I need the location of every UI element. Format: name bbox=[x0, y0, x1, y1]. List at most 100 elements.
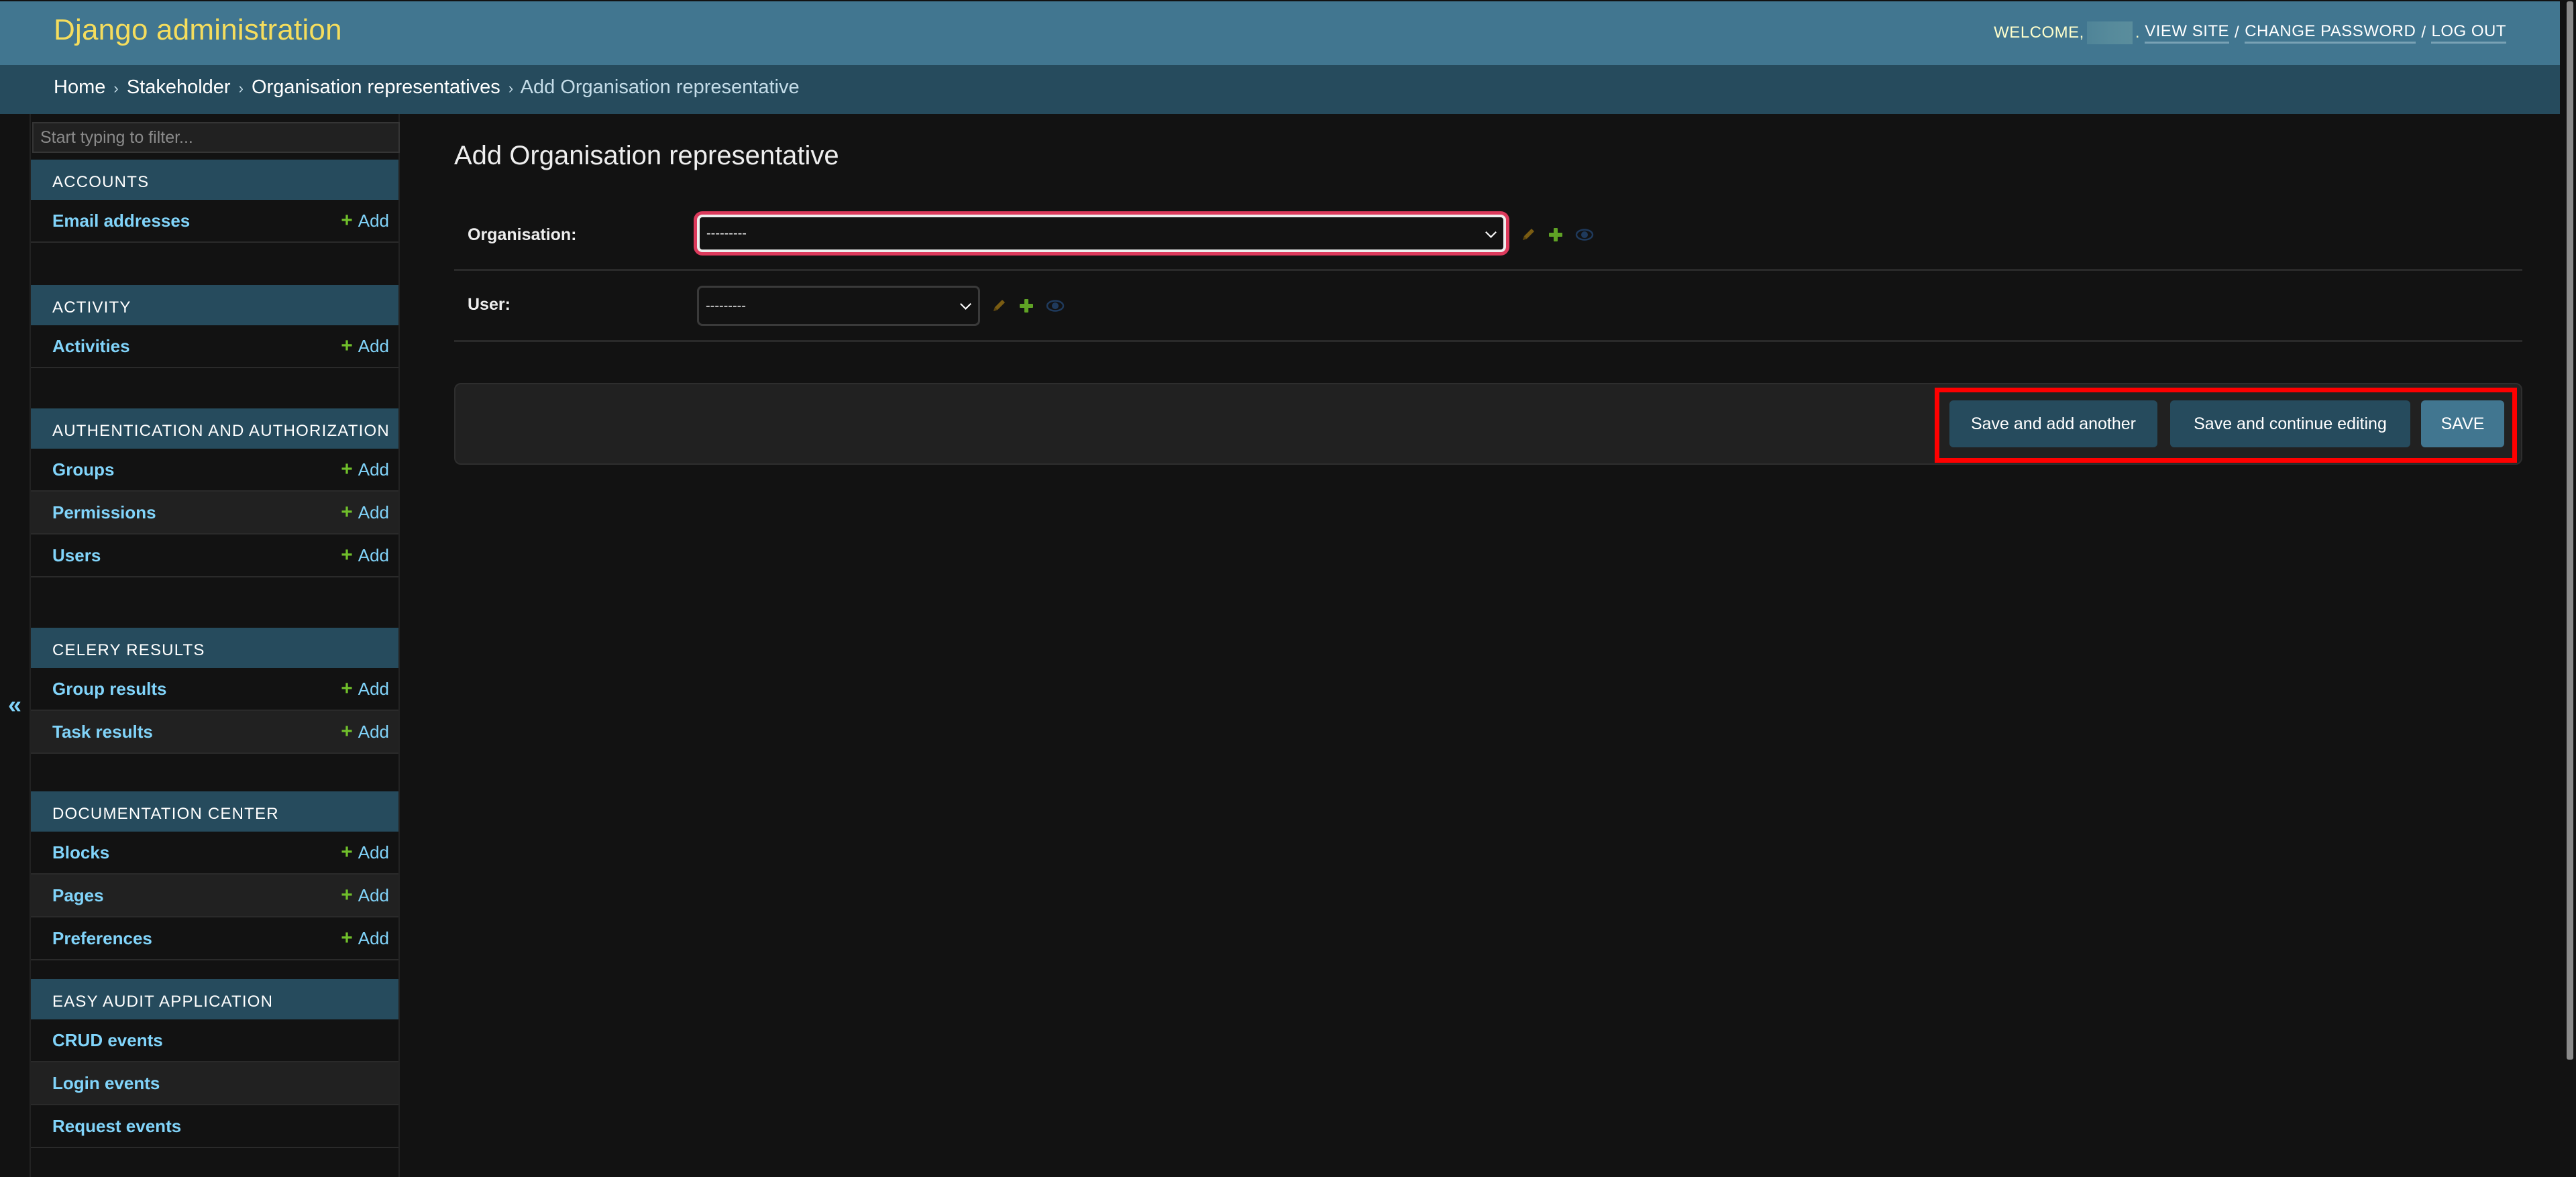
welcome-text: WELCOME, bbox=[1994, 23, 2084, 42]
sidebar-item-email-addresses: Email addresses + Add bbox=[31, 200, 398, 243]
plus-icon[interactable] bbox=[1019, 298, 1034, 313]
collapse-sidebar-icon[interactable]: « bbox=[8, 691, 21, 719]
pencil-icon[interactable] bbox=[1520, 227, 1536, 243]
scrollbar[interactable] bbox=[2560, 0, 2576, 1177]
add-label: Add bbox=[358, 885, 389, 905]
add-label: Add bbox=[358, 502, 389, 522]
plus-icon[interactable] bbox=[1548, 227, 1563, 242]
plus-icon: + bbox=[341, 841, 353, 863]
breadcrumb-home[interactable]: Home bbox=[54, 76, 105, 98]
user-select[interactable]: --------- bbox=[697, 286, 980, 326]
organisation-select-value: --------- bbox=[706, 225, 747, 241]
separator: / bbox=[2235, 23, 2240, 42]
model-link[interactable]: Users bbox=[52, 545, 101, 566]
sidebar-item-group-results: Group results + Add bbox=[31, 668, 398, 711]
pencil-icon[interactable] bbox=[991, 298, 1007, 314]
username-redacted bbox=[2086, 21, 2133, 44]
nav-filter-input[interactable] bbox=[32, 122, 400, 153]
add-link[interactable]: + Add bbox=[341, 720, 389, 743]
sidebar-item-users: Users + Add bbox=[31, 535, 398, 577]
sidebar-item-activities: Activities + Add bbox=[31, 325, 398, 368]
plus-icon: + bbox=[341, 927, 353, 949]
module-activity: ACTIVITY Activities + Add bbox=[31, 285, 398, 368]
site-name[interactable]: Django administration bbox=[54, 13, 342, 47]
breadcrumb: Home › Stakeholder › Organisation repres… bbox=[0, 65, 2560, 114]
page-title: Add Organisation representative bbox=[454, 141, 839, 170]
user-related-actions bbox=[991, 298, 1065, 314]
model-link[interactable]: Blocks bbox=[52, 842, 109, 863]
module-caption[interactable]: EASY AUDIT APPLICATION bbox=[31, 979, 398, 1019]
model-link[interactable]: Preferences bbox=[52, 928, 152, 949]
breadcrumb-separator: › bbox=[113, 80, 119, 97]
model-link[interactable]: Activities bbox=[52, 336, 130, 357]
add-link[interactable]: + Add bbox=[341, 841, 389, 864]
add-label: Add bbox=[358, 721, 389, 742]
user-label: User: bbox=[468, 295, 511, 314]
sidebar-item-login-events: Login events bbox=[31, 1062, 398, 1105]
plus-icon: + bbox=[341, 458, 353, 480]
user-select-value: --------- bbox=[706, 298, 746, 313]
model-link[interactable]: Request events bbox=[52, 1116, 181, 1137]
add-label: Add bbox=[358, 545, 389, 565]
sidebar-item-pages: Pages + Add bbox=[31, 875, 398, 917]
add-link[interactable]: + Add bbox=[341, 458, 389, 481]
breadcrumb-current: Add Organisation representative bbox=[520, 76, 800, 98]
module-authentication: AUTHENTICATION AND AUTHORIZATION Groups … bbox=[31, 408, 398, 577]
plus-icon: + bbox=[341, 335, 353, 357]
plus-icon: + bbox=[341, 884, 353, 906]
scrollbar-thumb[interactable] bbox=[2567, 1, 2573, 1060]
plus-icon: + bbox=[341, 209, 353, 231]
add-link[interactable]: + Add bbox=[341, 884, 389, 907]
plus-icon: + bbox=[341, 501, 353, 523]
chevron-down-icon bbox=[1485, 227, 1497, 238]
model-link[interactable]: Permissions bbox=[52, 502, 156, 523]
eye-icon[interactable] bbox=[1046, 299, 1065, 313]
period: . bbox=[2135, 23, 2145, 42]
module-caption[interactable]: ACCOUNTS bbox=[31, 160, 398, 200]
model-link[interactable]: Groups bbox=[52, 459, 114, 480]
add-link[interactable]: + Add bbox=[341, 209, 389, 232]
add-label: Add bbox=[358, 928, 389, 948]
highlight-annotation bbox=[1935, 388, 2517, 463]
model-link[interactable]: Task results bbox=[52, 722, 153, 742]
sidebar-item-groups: Groups + Add bbox=[31, 449, 398, 492]
module-caption[interactable]: AUTHENTICATION AND AUTHORIZATION bbox=[31, 408, 398, 449]
sidebar-item-task-results: Task results + Add bbox=[31, 711, 398, 754]
organisation-select[interactable]: --------- bbox=[697, 215, 1506, 252]
plus-icon: + bbox=[341, 544, 353, 566]
breadcrumb-separator: › bbox=[238, 80, 244, 97]
organisation-label: Organisation: bbox=[468, 225, 577, 244]
chevron-down-icon bbox=[960, 298, 971, 310]
module-accounts: ACCOUNTS Email addresses + Add bbox=[31, 160, 398, 243]
eye-icon[interactable] bbox=[1575, 228, 1594, 241]
sidebar-item-request-events: Request events bbox=[31, 1105, 398, 1148]
breadcrumb-organisation-representatives[interactable]: Organisation representatives bbox=[252, 76, 500, 98]
module-caption[interactable]: CELERY RESULTS bbox=[31, 628, 398, 668]
add-label: Add bbox=[358, 335, 389, 356]
model-link[interactable]: Group results bbox=[52, 679, 166, 699]
add-link[interactable]: + Add bbox=[341, 677, 389, 700]
change-password-link[interactable]: CHANGE PASSWORD bbox=[2245, 22, 2416, 44]
breadcrumb-stakeholder[interactable]: Stakeholder bbox=[127, 76, 231, 98]
module-documentation-center: DOCUMENTATION CENTER Blocks + Add Pages +… bbox=[31, 791, 398, 960]
module-caption[interactable]: DOCUMENTATION CENTER bbox=[31, 791, 398, 832]
add-link[interactable]: + Add bbox=[341, 544, 389, 567]
view-site-link[interactable]: VIEW SITE bbox=[2145, 22, 2230, 44]
model-link[interactable]: Login events bbox=[52, 1073, 160, 1094]
form-row-organisation: Organisation: --------- bbox=[454, 201, 2522, 271]
model-link[interactable]: Pages bbox=[52, 885, 104, 906]
logout-link[interactable]: LOG OUT bbox=[2431, 22, 2506, 44]
model-link[interactable]: CRUD events bbox=[52, 1030, 163, 1051]
plus-icon: + bbox=[341, 677, 353, 699]
add-link[interactable]: + Add bbox=[341, 501, 389, 524]
add-label: Add bbox=[358, 842, 389, 862]
add-link[interactable]: + Add bbox=[341, 335, 389, 357]
add-label: Add bbox=[358, 678, 389, 699]
add-label: Add bbox=[358, 459, 389, 480]
module-caption[interactable]: ACTIVITY bbox=[31, 285, 398, 325]
model-link[interactable]: Email addresses bbox=[52, 211, 190, 231]
add-link[interactable]: + Add bbox=[341, 927, 389, 950]
plus-icon: + bbox=[341, 720, 353, 742]
module-celery-results: CELERY RESULTS Group results + Add Task r… bbox=[31, 628, 398, 754]
organisation-related-actions bbox=[1520, 227, 1594, 243]
